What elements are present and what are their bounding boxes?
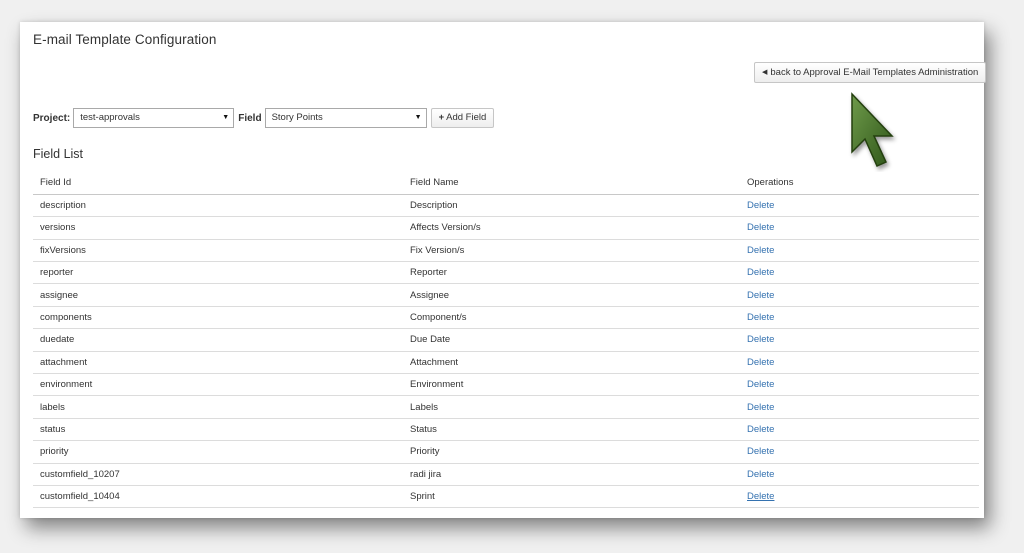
column-header-field-id: Field Id: [33, 172, 403, 195]
delete-link[interactable]: Delete: [747, 491, 774, 502]
plus-icon: +: [438, 112, 445, 123]
column-header-field-name: Field Name: [403, 172, 740, 195]
field-name-cell: Assignee: [403, 283, 740, 307]
table-row: fixVersions Fix Version/s Delete: [33, 239, 979, 263]
field-id-cell: assignee: [33, 283, 403, 307]
delete-link[interactable]: Delete: [747, 290, 774, 301]
field-list-table: Field Id Field Name Operations descripti…: [33, 172, 979, 509]
table-row: environment Environment Delete: [33, 373, 979, 397]
field-id-cell: description: [33, 194, 403, 218]
field-list-title: Field List: [33, 147, 84, 161]
field-id-cell: customfield_10207: [33, 463, 403, 486]
table-row: reporter Reporter Delete: [33, 261, 979, 285]
field-select-value: Story Points: [271, 112, 323, 123]
field-name-cell: Priority: [403, 440, 740, 464]
field-name-cell: Fix Version/s: [403, 239, 740, 263]
add-field-label: Add Field: [446, 112, 487, 123]
table-row: duedate Due Date Delete: [33, 328, 979, 352]
field-name-cell: Status: [403, 418, 740, 442]
delete-link[interactable]: Delete: [747, 334, 774, 345]
table-row: attachment Attachment Delete: [33, 351, 979, 375]
table-row: customfield_10207 radi jira Delete: [33, 463, 979, 486]
field-name-cell: Description: [403, 194, 740, 218]
field-name-cell: Sprint: [403, 485, 740, 509]
field-select[interactable]: Story Points ▼: [264, 108, 427, 128]
field-name-cell: Component/s: [403, 306, 740, 330]
delete-link[interactable]: Delete: [747, 312, 774, 323]
project-select-value: test-approvals: [80, 112, 140, 123]
table-row: status Status Delete: [33, 418, 979, 442]
caret-left-icon: ◀: [762, 69, 768, 76]
field-id-cell: fixVersions: [33, 239, 403, 263]
chevron-down-icon: ▼: [414, 114, 422, 121]
field-id-cell: attachment: [33, 351, 403, 375]
chevron-down-icon: ▼: [222, 114, 230, 121]
table-row: customfield_10404 Sprint Delete: [33, 485, 979, 509]
field-id-cell: labels: [33, 395, 403, 419]
table-row: description Description Delete: [33, 194, 979, 218]
field-name-cell: Labels: [403, 395, 740, 419]
field-id-cell: customfield_10404: [33, 485, 403, 509]
field-id-cell: components: [33, 306, 403, 330]
field-id-cell: priority: [33, 440, 403, 464]
project-select[interactable]: test-approvals ▼: [73, 108, 235, 128]
project-label: Project:: [33, 112, 71, 124]
table-header-row: Field Id Field Name Operations: [33, 172, 979, 195]
email-template-config-panel: E-mail Template Configuration ◀ back to A…: [20, 22, 987, 518]
field-name-cell: Reporter: [403, 261, 740, 285]
field-name-cell: Due Date: [403, 328, 740, 352]
page-title: E-mail Template Configuration: [33, 32, 217, 47]
field-name-cell: Environment: [403, 373, 740, 397]
field-name-cell: Affects Version/s: [403, 216, 740, 240]
delete-link[interactable]: Delete: [747, 245, 774, 256]
table-row: assignee Assignee Delete: [33, 283, 979, 307]
column-header-operations: Operations: [740, 172, 979, 195]
field-label: Field: [238, 112, 262, 124]
field-id-cell: duedate: [33, 328, 403, 352]
delete-link[interactable]: Delete: [747, 267, 774, 278]
mouse-pointer-icon: [851, 92, 894, 167]
field-toolbar: Project: test-approvals ▼ Field Story Po…: [33, 108, 495, 128]
table-row: priority Priority Delete: [33, 440, 979, 464]
field-id-cell: reporter: [33, 261, 403, 285]
field-name-cell: radi jira: [403, 463, 740, 486]
field-name-cell: Attachment: [403, 351, 740, 375]
delete-link[interactable]: Delete: [747, 424, 774, 435]
delete-link[interactable]: Delete: [747, 402, 774, 413]
delete-link[interactable]: Delete: [747, 222, 774, 233]
back-button-label: back to Approval E-Mail Templates Admini…: [770, 67, 979, 78]
delete-link[interactable]: Delete: [747, 379, 774, 390]
field-id-cell: status: [33, 418, 403, 442]
table-row: components Component/s Delete: [33, 306, 979, 330]
add-field-button[interactable]: + Add Field: [430, 108, 495, 128]
back-to-administration-button[interactable]: ◀ back to Approval E-Mail Templates Admin…: [754, 62, 987, 83]
table-row: labels Labels Delete: [33, 395, 979, 419]
delete-link[interactable]: Delete: [747, 200, 774, 211]
table-row: versions Affects Version/s Delete: [33, 216, 979, 240]
delete-link[interactable]: Delete: [747, 357, 774, 368]
delete-link[interactable]: Delete: [747, 446, 774, 457]
field-id-cell: environment: [33, 373, 403, 397]
delete-link[interactable]: Delete: [747, 469, 774, 480]
field-id-cell: versions: [33, 216, 403, 240]
